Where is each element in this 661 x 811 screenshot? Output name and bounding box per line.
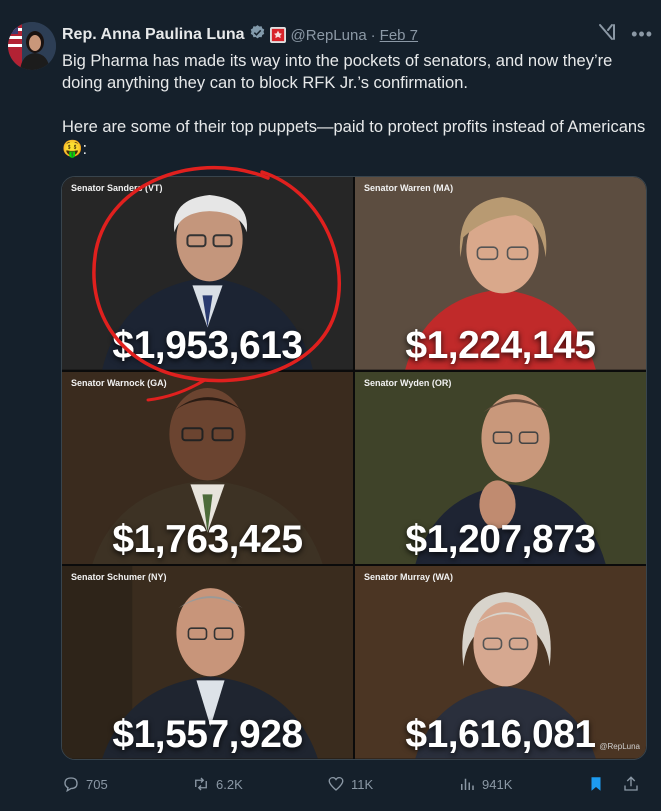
senator-card: Senator Schumer (NY) $1,557,928 [62,566,353,759]
donation-amount: $1,953,613 [112,323,303,367]
tweet-paragraph: Here are some of their top puppets—paid … [62,118,646,158]
views-icon [461,778,474,790]
tweet-actions: 705 6.2K 11K 941K [62,772,647,796]
donation-amount: $1,224,145 [405,323,596,367]
header-actions: ••• [597,22,653,47]
tweet-paragraph: Big Pharma has made its way into the poc… [62,52,613,92]
bookmark-button[interactable] [587,775,605,793]
senator-label: Senator Wyden (OR) [364,377,452,388]
views-button[interactable]: 941K [458,775,512,793]
senator-card: Senator Warnock (GA) $1,763,425 [62,371,353,565]
like-button[interactable]: 11K [327,775,373,793]
like-count: 11K [351,776,374,792]
senator-card: Senator Warren (MA) $1,224,145 [355,177,646,370]
avatar[interactable] [8,22,56,70]
senator-label: Senator Warnock (GA) [71,377,167,388]
donation-amount: $1,763,425 [112,518,303,562]
tweet-image[interactable]: Senator Sanders (VT) $1,953,613 Senator … [61,176,647,760]
more-options-icon[interactable]: ••• [631,24,653,45]
senator-label: Senator Sanders (VT) [71,183,163,193]
repost-icon [195,777,207,791]
senator-card: Senator Wyden (OR) $1,207,873 [355,371,646,565]
heart-icon [328,776,344,791]
tweet-date[interactable]: Feb 7 [380,27,418,44]
tweet-text: Big Pharma has made its way into the poc… [62,50,652,160]
reply-icon [64,777,78,793]
senator-card: Senator Murray (WA) $1,616,081 @RepLuna [355,566,646,759]
senator-label: Senator Murray (WA) [364,572,454,583]
donation-amount: $1,207,873 [405,518,596,562]
bookmark-icon [591,777,601,791]
donation-amount: $1,557,928 [112,713,303,756]
government-seal-icon [269,27,286,43]
senator-label: Senator Schumer (NY) [71,572,167,583]
verified-icon [245,24,266,46]
author-handle[interactable]: @RepLuna [291,27,367,44]
image-watermark: @RepLuna [599,742,640,751]
grok-icon[interactable] [597,22,617,47]
reply-count: 705 [86,776,108,792]
separator: · [370,26,376,44]
view-count: 941K [482,776,513,792]
repost-count: 6.2K [216,776,243,792]
senator-card: Senator Sanders (VT) $1,953,613 [62,177,353,370]
senator-label: Senator Warren (MA) [364,183,454,193]
share-icon [624,776,638,791]
repost-button[interactable]: 6.2K [192,775,243,793]
tweet: Rep. Anna Paulina Luna @RepLuna · Feb 7 … [0,0,661,811]
author-name[interactable]: Rep. Anna Paulina Luna [62,26,245,44]
tweet-header: Rep. Anna Paulina Luna @RepLuna · Feb 7 [62,24,649,46]
reply-button[interactable]: 705 [62,775,108,793]
share-button[interactable] [622,775,640,793]
